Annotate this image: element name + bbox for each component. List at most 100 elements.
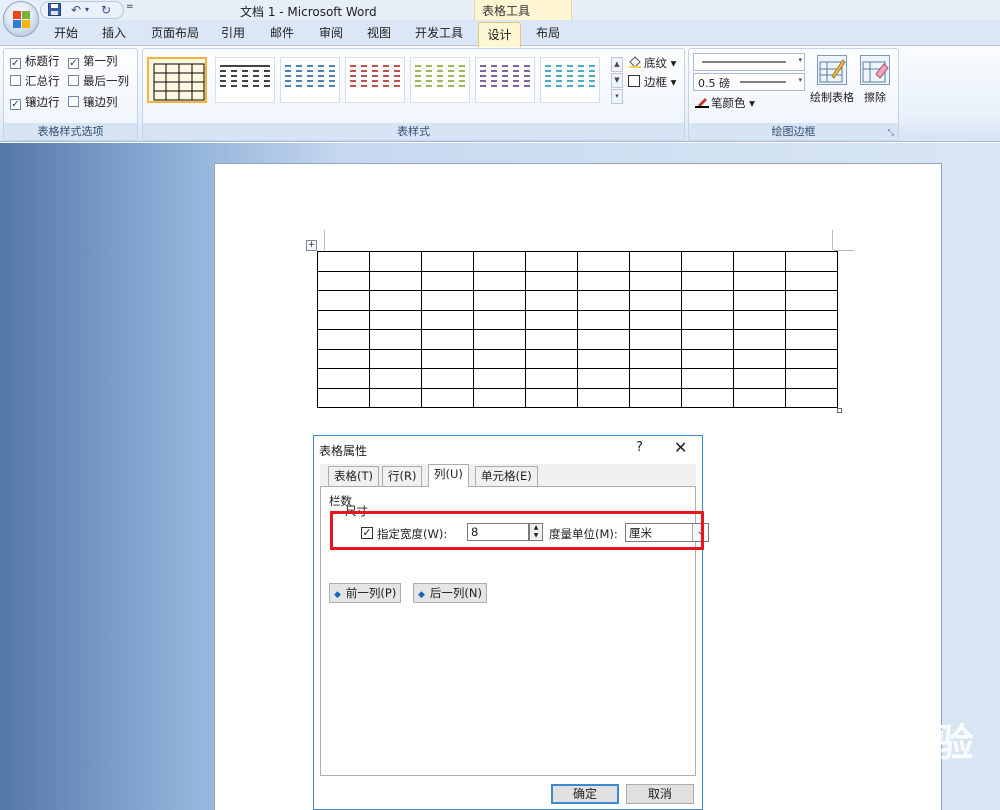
table-cell[interactable] xyxy=(525,348,578,369)
table-style-thumb[interactable] xyxy=(345,57,405,103)
table-move-handle-icon[interactable]: + xyxy=(306,240,317,251)
table-style-thumb[interactable] xyxy=(215,57,275,103)
tab-page-layout[interactable]: 页面布局 xyxy=(151,24,199,41)
table-cell[interactable] xyxy=(681,270,734,291)
table-cell[interactable] xyxy=(317,387,370,408)
line-style-select[interactable]: ▾ xyxy=(693,53,805,71)
line-weight-select[interactable]: 0.5 磅 ▾ xyxy=(693,73,805,91)
gallery-down-icon[interactable]: ▼ xyxy=(611,73,623,88)
table-cell[interactable] xyxy=(733,290,786,311)
tab-design[interactable]: 设计 xyxy=(478,22,521,47)
table-cell[interactable] xyxy=(317,368,370,389)
first-column-checkbox[interactable]: ✓ xyxy=(68,58,79,69)
table-cell[interactable] xyxy=(317,251,370,272)
table-cell[interactable] xyxy=(369,348,422,369)
option-header-row[interactable]: ✓ 标题行 xyxy=(10,53,60,69)
table-style-thumb[interactable] xyxy=(147,57,207,103)
table-cell[interactable] xyxy=(473,290,526,311)
option-banded-columns[interactable]: 镶边列 xyxy=(68,94,118,110)
undo-dropdown-icon[interactable]: ▾ xyxy=(83,3,91,17)
draw-table-button[interactable]: 绘制表格 xyxy=(809,55,855,105)
option-last-column[interactable]: 最后一列 xyxy=(68,73,129,89)
option-banded-rows[interactable]: ✓ 镶边行 xyxy=(10,94,60,110)
table-cell[interactable] xyxy=(525,368,578,389)
table-resize-handle[interactable] xyxy=(837,408,842,413)
table-cell[interactable] xyxy=(421,270,474,291)
tab-table[interactable]: 表格(T) xyxy=(328,466,379,486)
tab-row[interactable]: 行(R) xyxy=(382,466,423,486)
table-cell[interactable] xyxy=(525,251,578,272)
table-cell[interactable] xyxy=(525,329,578,350)
gallery-up-icon[interactable]: ▲ xyxy=(611,57,623,72)
table-cell[interactable] xyxy=(733,348,786,369)
table-cell[interactable] xyxy=(317,290,370,311)
total-row-checkbox[interactable] xyxy=(10,75,21,86)
table-cell[interactable] xyxy=(577,387,630,408)
table-cell[interactable] xyxy=(629,290,682,311)
table-cell[interactable] xyxy=(785,387,838,408)
table-cell[interactable] xyxy=(577,290,630,311)
table-cell[interactable] xyxy=(421,309,474,330)
table-cell[interactable] xyxy=(681,329,734,350)
table-cell[interactable] xyxy=(629,368,682,389)
borders-button[interactable]: 边框 ▾ xyxy=(628,74,676,90)
table-cell[interactable] xyxy=(421,251,474,272)
table-cell[interactable] xyxy=(629,348,682,369)
table-cell[interactable] xyxy=(733,387,786,408)
table-cell[interactable] xyxy=(681,348,734,369)
table-cell[interactable] xyxy=(369,251,422,272)
table-cell[interactable] xyxy=(733,309,786,330)
table-cell[interactable] xyxy=(681,309,734,330)
table-cell[interactable] xyxy=(733,251,786,272)
tab-layout[interactable]: 布局 xyxy=(536,24,560,41)
dialog-launcher-icon[interactable]: ⤡ xyxy=(888,128,894,138)
office-button[interactable] xyxy=(3,1,39,37)
tab-column[interactable]: 列(U) xyxy=(428,464,469,487)
table-cell[interactable] xyxy=(681,368,734,389)
table-style-thumb[interactable] xyxy=(540,57,600,103)
option-total-row[interactable]: 汇总行 xyxy=(10,73,60,89)
table-cell[interactable] xyxy=(473,348,526,369)
table-style-thumb[interactable] xyxy=(280,57,340,103)
table-cell[interactable] xyxy=(785,329,838,350)
customize-qat-icon[interactable]: = xyxy=(126,2,134,12)
banded-rows-checkbox[interactable]: ✓ xyxy=(10,99,21,110)
table-cell[interactable] xyxy=(369,387,422,408)
table-cell[interactable] xyxy=(369,309,422,330)
table-cell[interactable] xyxy=(629,329,682,350)
document-table[interactable] xyxy=(317,251,838,408)
previous-column-button[interactable]: ◆ 前一列(P) xyxy=(329,583,402,603)
tab-mailings[interactable]: 邮件 xyxy=(270,24,294,41)
tab-home[interactable]: 开始 xyxy=(54,24,78,41)
save-icon[interactable] xyxy=(47,3,61,17)
ok-button[interactable]: 确定 xyxy=(551,784,619,804)
table-cell[interactable] xyxy=(629,251,682,272)
table-cell[interactable] xyxy=(785,251,838,272)
next-column-button[interactable]: ◆ 后一列(N) xyxy=(413,583,487,603)
table-cell[interactable] xyxy=(421,329,474,350)
table-cell[interactable] xyxy=(785,270,838,291)
table-cell[interactable] xyxy=(473,270,526,291)
tab-insert[interactable]: 插入 xyxy=(102,24,126,41)
table-cell[interactable] xyxy=(525,309,578,330)
tab-cell[interactable]: 单元格(E) xyxy=(475,466,538,486)
table-cell[interactable] xyxy=(317,348,370,369)
table-cell[interactable] xyxy=(473,251,526,272)
table-cell[interactable] xyxy=(317,329,370,350)
table-cell[interactable] xyxy=(785,290,838,311)
table-cell[interactable] xyxy=(421,348,474,369)
tab-review[interactable]: 审阅 xyxy=(319,24,343,41)
table-cell[interactable] xyxy=(681,387,734,408)
table-cell[interactable] xyxy=(577,329,630,350)
table-cell[interactable] xyxy=(733,368,786,389)
help-icon[interactable]: ? xyxy=(636,440,643,455)
table-style-thumb[interactable] xyxy=(410,57,470,103)
table-cell[interactable] xyxy=(369,329,422,350)
table-cell[interactable] xyxy=(317,309,370,330)
last-column-checkbox[interactable] xyxy=(68,75,79,86)
table-cell[interactable] xyxy=(681,290,734,311)
table-cell[interactable] xyxy=(785,309,838,330)
cancel-button[interactable]: 取消 xyxy=(626,784,694,804)
table-cell[interactable] xyxy=(421,290,474,311)
table-cell[interactable] xyxy=(629,387,682,408)
